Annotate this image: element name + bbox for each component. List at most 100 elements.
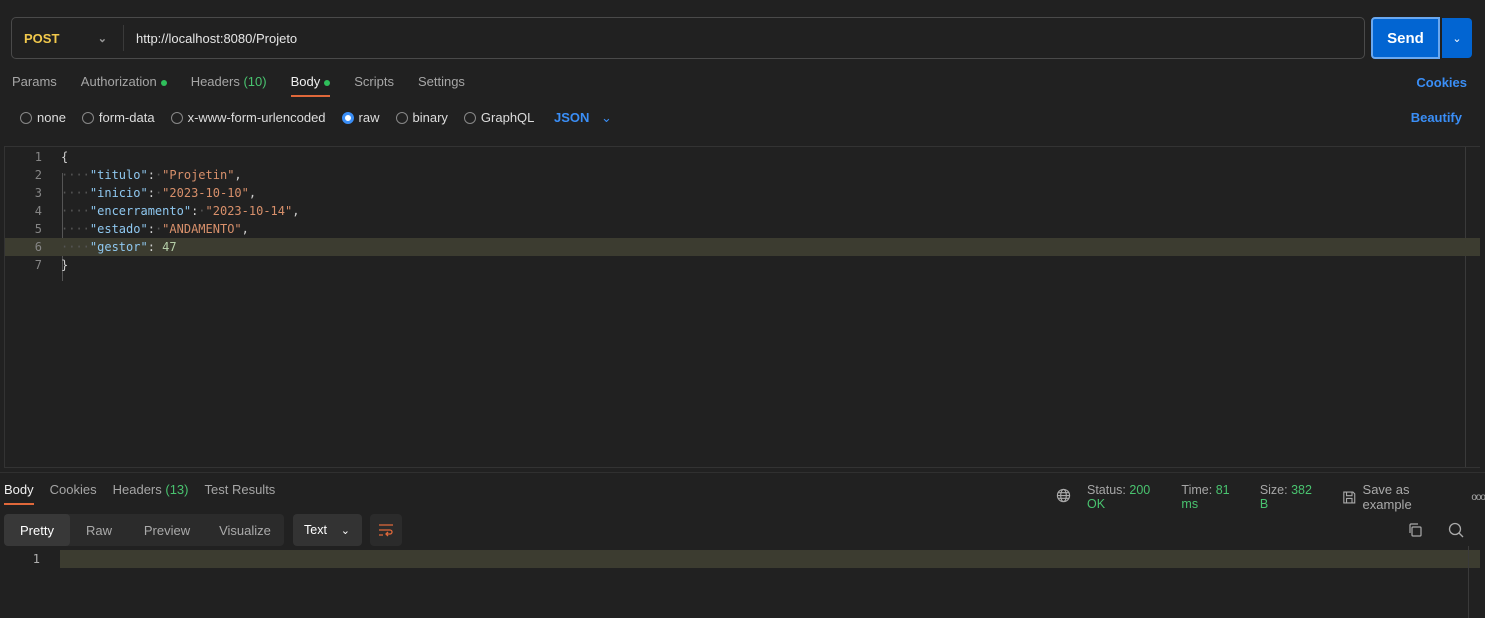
tab-settings[interactable]: Settings — [418, 74, 465, 97]
radio-circle-icon — [463, 111, 476, 124]
radio-label: x-www-form-urlencoded — [187, 110, 326, 125]
view-pretty[interactable]: Pretty — [4, 514, 70, 546]
chevron-down-icon: ⌄ — [97, 32, 107, 45]
code-token: { — [61, 150, 69, 164]
wrap-icon — [379, 524, 393, 537]
code-token: ···· — [61, 240, 90, 254]
url-input[interactable]: http://localhost:8080/Projeto — [124, 31, 297, 46]
tab-headers[interactable]: Headers (13) — [113, 482, 189, 505]
save-as-example-button[interactable]: Save as example — [1342, 482, 1459, 512]
url-bar: POST ⌄ http://localhost:8080/Projeto — [11, 17, 1365, 59]
code-token: , — [248, 186, 257, 200]
radio-circle-icon — [395, 111, 408, 124]
size-label: Size: — [1259, 483, 1288, 497]
response-format-select[interactable]: Text ⌄ — [293, 514, 362, 546]
code-line: 5 ····"estado":·"ANDAMENTO", — [5, 220, 1480, 238]
tab-scripts[interactable]: Scripts — [354, 74, 394, 97]
response-tabs: Body Cookies Headers (13) Test Results — [4, 482, 275, 505]
chevron-down-icon: ⌄ — [1452, 32, 1462, 45]
radio-form-data[interactable]: form-data — [81, 110, 155, 125]
tab-body[interactable]: Body — [4, 482, 34, 505]
code-text: { — [61, 148, 68, 166]
line-number: 1 — [32, 552, 40, 566]
radio-label: binary — [412, 110, 448, 125]
code-text: ····"estado":·"ANDAMENTO", — [61, 220, 249, 238]
body-type-options: none form-data x-www-form-urlencoded raw bin… — [20, 110, 534, 125]
code-text: ····"gestor": 47 — [61, 238, 177, 256]
tab-test-results[interactable]: Test Results — [205, 482, 276, 505]
radio-GraphQL[interactable]: GraphQL — [463, 110, 534, 125]
copy-icon[interactable] — [1405, 520, 1425, 540]
response-view-tabs: Pretty Raw Preview Visualize — [4, 514, 284, 546]
radio-none[interactable]: none — [20, 110, 66, 125]
tab-label: Params — [12, 74, 57, 89]
radio-circle-icon — [341, 111, 354, 124]
tab-label: Test Results — [204, 482, 276, 497]
more-options-icon[interactable]: ooo — [1471, 492, 1485, 503]
code-text: ····"encerramento":·"2023-10-14", — [61, 202, 299, 220]
tab-cookies[interactable]: Cookies — [50, 482, 97, 505]
tab-params[interactable]: Params — [12, 74, 57, 97]
code-line: 7} — [5, 256, 1480, 274]
format-select[interactable]: JSON ⌄ — [554, 110, 612, 126]
view-raw[interactable]: Raw — [70, 514, 128, 546]
line-number: 7 — [34, 258, 42, 272]
code-token: "estado" — [89, 222, 148, 236]
beautify-button[interactable]: Beautify — [1411, 110, 1462, 125]
status-dot-icon — [324, 79, 331, 86]
divider — [0, 472, 1485, 473]
body-editor[interactable]: 1 {2 ····"titulo":·"Projetin", 3 ····"inicio… — [4, 146, 1480, 468]
line-number: 3 — [34, 186, 42, 200]
tab-count: (10) — [243, 74, 267, 89]
radio-raw[interactable]: raw — [341, 110, 380, 125]
line-number: 4 — [34, 204, 42, 218]
send-button[interactable]: Send — [1371, 17, 1440, 59]
scrollbar[interactable] — [1468, 546, 1469, 618]
code-line: 6 ····"gestor": 47 — [5, 238, 1480, 256]
radio-x-www-form-urlencoded[interactable]: x-www-form-urlencoded — [170, 110, 326, 125]
line-number: 1 — [34, 150, 42, 164]
code-token: "gestor" — [89, 240, 148, 254]
tab-headers[interactable]: Headers (10) — [191, 74, 267, 97]
radio-circle-icon — [81, 111, 94, 124]
tab-label: Settings — [417, 74, 465, 89]
request-tabs: Params Authorization Headers (10) Body Scrip… — [12, 74, 465, 97]
code-token: ···· — [61, 168, 90, 182]
tab-label: Headers — [112, 482, 162, 497]
radio-binary[interactable]: binary — [395, 110, 448, 125]
code-token: "titulo" — [89, 168, 148, 182]
code-line: 4 ····"encerramento":·"2023-10-14", — [5, 202, 1480, 220]
tab-label: Cookies — [49, 482, 97, 497]
radio-label: form-data — [98, 110, 155, 125]
code-text: ····"inicio":·"2023-10-10", — [61, 184, 256, 202]
view-visualize[interactable]: Visualize — [206, 514, 284, 546]
radio-label: none — [37, 110, 66, 125]
wrap-lines-button[interactable] — [370, 514, 402, 546]
tab-label: Authorization — [80, 74, 157, 89]
code-token: : — [147, 240, 163, 254]
send-options-button[interactable]: ⌄ — [1442, 18, 1472, 58]
response-body[interactable]: 1 — [0, 550, 1480, 568]
cookies-link[interactable]: Cookies — [1416, 75, 1467, 90]
tab-label: Scripts — [354, 74, 394, 89]
tab-label: Body — [4, 482, 34, 497]
time-label: Time: — [1181, 483, 1213, 497]
view-preview[interactable]: Preview — [128, 514, 206, 546]
code-token: "encerramento" — [89, 204, 192, 218]
tab-authorization[interactable]: Authorization — [81, 74, 167, 97]
code-token: ···· — [61, 222, 90, 236]
search-icon[interactable] — [1446, 520, 1466, 540]
code-token: , — [234, 168, 242, 182]
code-token: 47 — [162, 240, 177, 254]
tab-body[interactable]: Body — [290, 74, 331, 97]
code-token: , — [241, 222, 249, 236]
code-text: ····"titulo":·"Projetin", — [61, 166, 242, 184]
code-token: · — [198, 204, 206, 218]
code-token: "2023-10-10" — [162, 186, 249, 200]
code-line: 2 ····"titulo":·"Projetin", — [5, 166, 1480, 184]
method-select[interactable]: POST ⌄ — [12, 25, 124, 51]
line-number: 6 — [34, 240, 42, 254]
globe-icon[interactable] — [1056, 488, 1071, 506]
save-icon — [1343, 490, 1356, 504]
code-token: "Projetin" — [162, 168, 235, 182]
